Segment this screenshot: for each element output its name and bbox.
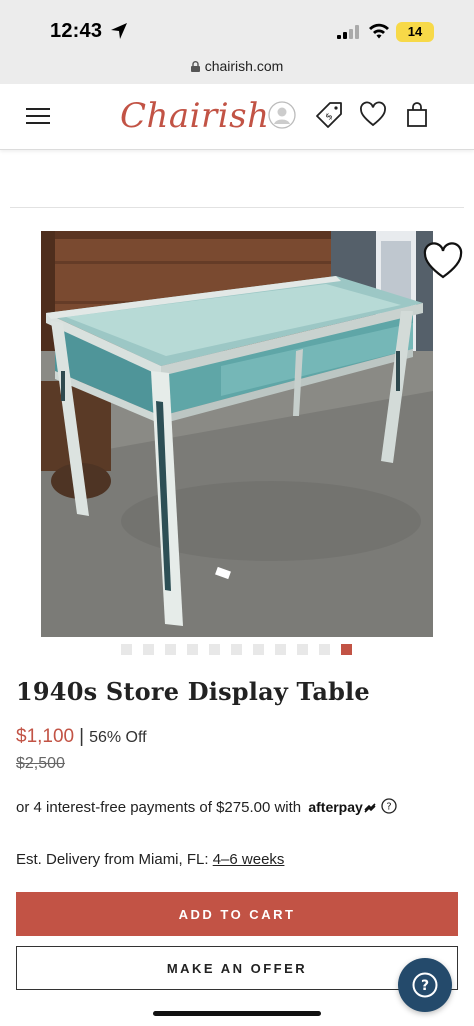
afterpay-logo: afterpay [308, 799, 363, 815]
installments-info: or 4 interest-free payments of $275.00 w… [16, 798, 397, 816]
discount-badge: 56% Off [89, 729, 147, 746]
carousel-dot[interactable] [319, 644, 330, 655]
home-indicator[interactable] [153, 1011, 321, 1016]
help-button[interactable]: ? [398, 958, 452, 1012]
menu-icon[interactable] [26, 106, 50, 126]
carousel-dot[interactable] [143, 644, 154, 655]
url-display[interactable]: chairish.com [0, 58, 474, 74]
carousel-dot[interactable] [121, 644, 132, 655]
carousel-dot[interactable] [209, 644, 220, 655]
carousel-dot[interactable] [297, 644, 308, 655]
site-header: Chairish $ [0, 84, 474, 150]
carousel-dot[interactable] [253, 644, 264, 655]
site-logo[interactable]: Chairish [120, 96, 270, 136]
original-price: $2,500 [16, 755, 65, 772]
make-offer-button[interactable]: MAKE AN OFFER [16, 946, 458, 990]
help-question-icon: ? [412, 972, 438, 998]
add-to-cart-button[interactable]: ADD TO CART [16, 892, 458, 936]
carousel-dot[interactable] [165, 644, 176, 655]
delivery-estimate: Est. Delivery from Miami, FL: 4–6 weeks [16, 851, 284, 868]
product-photo [41, 231, 433, 637]
installments-text: or 4 interest-free payments of $275.00 w… [16, 799, 302, 816]
afterpay-arrows-icon [364, 803, 376, 813]
image-carousel-indicator [121, 644, 352, 655]
tag-icon[interactable]: $ [314, 100, 344, 130]
product-title: 1940s Store Display Table [16, 677, 370, 706]
delivery-prefix: Est. Delivery from Miami, FL: [16, 851, 209, 868]
price-row: $1,100 | 56% Off [16, 726, 147, 748]
location-arrow-icon [111, 23, 127, 39]
wifi-icon [369, 23, 389, 39]
url-text: chairish.com [204, 58, 284, 74]
cellular-signal-icon [337, 25, 359, 39]
heart-icon[interactable] [358, 100, 388, 130]
carousel-dot[interactable] [341, 644, 352, 655]
info-question-icon[interactable]: ? [381, 798, 397, 814]
svg-text:?: ? [386, 802, 391, 813]
product-image[interactable] [41, 231, 433, 637]
browser-url-bar[interactable]: chairish.com [0, 52, 474, 84]
section-divider [10, 207, 464, 208]
battery-level: 14 [407, 24, 423, 39]
lock-icon [190, 61, 200, 72]
status-time: 12:43 [50, 20, 103, 42]
price-separator: | [79, 726, 85, 747]
delivery-window-link[interactable]: 4–6 weeks [213, 851, 285, 868]
carousel-dot[interactable] [231, 644, 242, 655]
status-bar: 12:43 14 [0, 0, 474, 52]
carousel-dot[interactable] [275, 644, 286, 655]
shopping-bag-icon[interactable] [402, 100, 432, 130]
carousel-dot[interactable] [187, 644, 198, 655]
favorite-heart-icon[interactable] [422, 241, 464, 281]
current-price: $1,100 [16, 726, 75, 747]
profile-icon[interactable] [267, 100, 297, 130]
battery-indicator: 14 [396, 22, 434, 42]
help-label: ? [421, 978, 429, 994]
